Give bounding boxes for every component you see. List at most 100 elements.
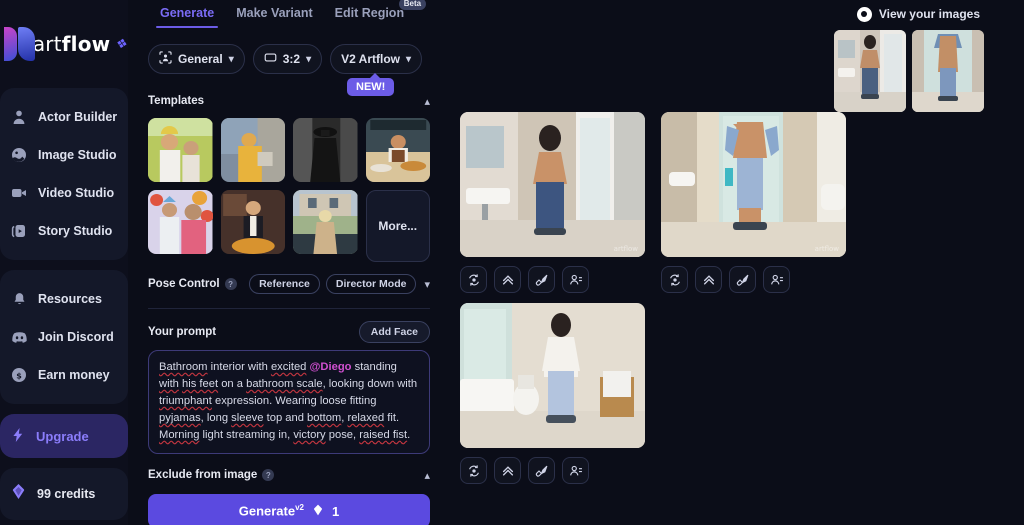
lightning-bolt-icon — [10, 427, 26, 446]
sidebar-item-earn-money[interactable]: $ Earn money — [0, 356, 128, 394]
pose-reference-button[interactable]: Reference — [249, 274, 320, 294]
sidebar-item-label: Video Studio — [38, 186, 115, 200]
prompt-misspelled-word: raised fist — [359, 429, 408, 441]
remove-background-icon[interactable] — [763, 266, 790, 293]
results-row — [460, 303, 846, 484]
sidebar-item-image-studio[interactable]: Image Studio — [0, 136, 128, 174]
question-mark-icon[interactable]: ? — [224, 278, 237, 290]
make-variant-icon[interactable] — [661, 266, 688, 293]
eye-icon — [856, 6, 872, 22]
aspect-ratio-selector[interactable]: 3:2 ▾ — [252, 44, 323, 74]
recent-image-thumbnail[interactable] — [834, 30, 906, 112]
upscale-icon[interactable] — [695, 266, 722, 293]
generation-selectors: General ▾ 3:2 ▾ V2 Artflow ▾ NEW! — [140, 44, 438, 96]
generate-button[interactable]: Generatev2 1 — [148, 494, 430, 525]
template-thumbnail[interactable] — [148, 118, 213, 182]
dollar-coin-icon: $ — [10, 366, 28, 384]
panel-divider — [148, 308, 430, 309]
make-variant-icon[interactable] — [460, 266, 487, 293]
sidebar-upgrade-label: Upgrade — [36, 428, 89, 444]
tab-edit-region[interactable]: Edit Region Beta — [335, 0, 427, 28]
template-thumbnail[interactable] — [365, 118, 430, 182]
pose-control-row: Pose Control ? Reference Director Mode ▾ — [140, 272, 438, 296]
template-thumbnail[interactable] — [293, 118, 358, 182]
result-image[interactable]: artflow — [661, 112, 846, 257]
artflow-app: artflow ❖ Actor Builder Image Studio Vid… — [0, 0, 1024, 525]
tab-make-variant[interactable]: Make Variant — [236, 6, 312, 28]
templates-title: Templates — [148, 95, 205, 107]
prompt-input[interactable]: Bathroom interior with excited @Diego st… — [148, 350, 430, 454]
sidebar-item-label: Resources — [38, 292, 102, 306]
chevron-up-icon[interactable]: ▴ — [424, 469, 430, 482]
chevron-up-icon[interactable]: ▴ — [424, 95, 430, 108]
remove-background-icon[interactable] — [562, 266, 589, 293]
result-card — [460, 303, 645, 484]
sidebar-item-actor-builder[interactable]: Actor Builder — [0, 98, 128, 136]
edit-region-icon[interactable] — [528, 266, 555, 293]
templates-header: Templates ▴ — [140, 92, 438, 110]
generation-panel: Generate Make Variant Edit Region Beta G… — [128, 0, 450, 525]
upscale-icon[interactable] — [494, 266, 521, 293]
edit-region-icon[interactable] — [729, 266, 756, 293]
style-selector[interactable]: General ▾ — [148, 44, 245, 74]
beta-badge: Beta — [398, 0, 427, 10]
tab-generate[interactable]: Generate — [155, 6, 219, 28]
prompt-header: Your prompt Add Face — [140, 321, 438, 343]
result-card: artflow artflow — [460, 112, 645, 293]
template-thumbnail[interactable] — [293, 190, 358, 254]
prompt-misspelled-word: his feet — [182, 378, 219, 390]
result-image[interactable] — [460, 303, 645, 448]
upscale-icon[interactable] — [494, 457, 521, 484]
sidebar-item-story-studio[interactable]: Story Studio — [0, 212, 128, 250]
recent-image-thumbnail[interactable] — [912, 30, 984, 112]
gem-icon — [10, 483, 27, 505]
sidebar-item-upgrade[interactable]: Upgrade — [0, 414, 128, 458]
recent-images-thumbnails — [834, 30, 984, 112]
sidebar-item-resources[interactable]: Resources — [0, 280, 128, 318]
result-toolbar — [460, 266, 645, 293]
prompt-misspelled-word: with — [159, 378, 179, 390]
brand-logo[interactable]: artflow ❖ — [0, 0, 130, 88]
add-face-button[interactable]: Add Face — [358, 321, 430, 343]
generation-results: artflow artflow — [460, 112, 846, 484]
artflow-logo-icon — [2, 27, 35, 61]
sidebar-item-label: Actor Builder — [38, 110, 118, 124]
templates-grid: More... — [140, 118, 438, 262]
chevron-down-icon[interactable]: ▾ — [424, 278, 430, 291]
panel-tabs: Generate Make Variant Edit Region Beta — [140, 0, 438, 30]
prompt-misspelled-word: sleeve — [231, 412, 264, 424]
result-toolbar — [460, 457, 645, 484]
results-row: artflow artflow — [460, 112, 846, 293]
remove-background-icon[interactable] — [562, 457, 589, 484]
prompt-misspelled-word: victory — [293, 429, 326, 441]
template-thumbnail[interactable] — [220, 190, 285, 254]
pose-director-mode-button[interactable]: Director Mode — [325, 274, 417, 294]
make-variant-icon[interactable] — [460, 457, 487, 484]
aspect-ratio-label: 3:2 — [282, 52, 301, 66]
sidebar-item-label: Story Studio — [38, 224, 113, 238]
svg-text:artflow: artflow — [815, 245, 840, 253]
sidebar-item-join-discord[interactable]: Join Discord — [0, 318, 128, 356]
view-your-images-button[interactable]: View your images — [856, 6, 980, 22]
edit-region-icon[interactable] — [528, 457, 555, 484]
chevron-down-icon: ▾ — [406, 53, 412, 65]
sidebar-credits[interactable]: 99 credits — [0, 468, 128, 520]
discord-icon — [10, 328, 28, 346]
chevron-down-icon: ▾ — [306, 53, 312, 65]
chevron-down-icon: ▾ — [228, 53, 234, 65]
prompt-misspelled-word: Morning — [159, 429, 200, 441]
template-thumbnail[interactable] — [148, 190, 213, 254]
prompt-misspelled-word: relaxed — [347, 412, 385, 424]
question-mark-icon[interactable]: ? — [262, 469, 275, 481]
focus-person-icon — [159, 51, 172, 67]
sidebar-item-video-studio[interactable]: Video Studio — [0, 174, 128, 212]
video-camera-icon — [10, 184, 28, 202]
result-image[interactable]: artflow artflow — [460, 112, 645, 257]
template-thumbnail[interactable] — [220, 118, 285, 182]
sidebar-item-label: Join Discord — [38, 330, 114, 344]
model-selector[interactable]: V2 Artflow ▾ — [330, 44, 423, 74]
templates-more-button[interactable]: More... — [365, 190, 430, 262]
exclude-title: Exclude from image ? — [148, 469, 275, 481]
generate-label: Generatev2 — [238, 503, 305, 519]
brand-name: artflow — [32, 32, 111, 56]
